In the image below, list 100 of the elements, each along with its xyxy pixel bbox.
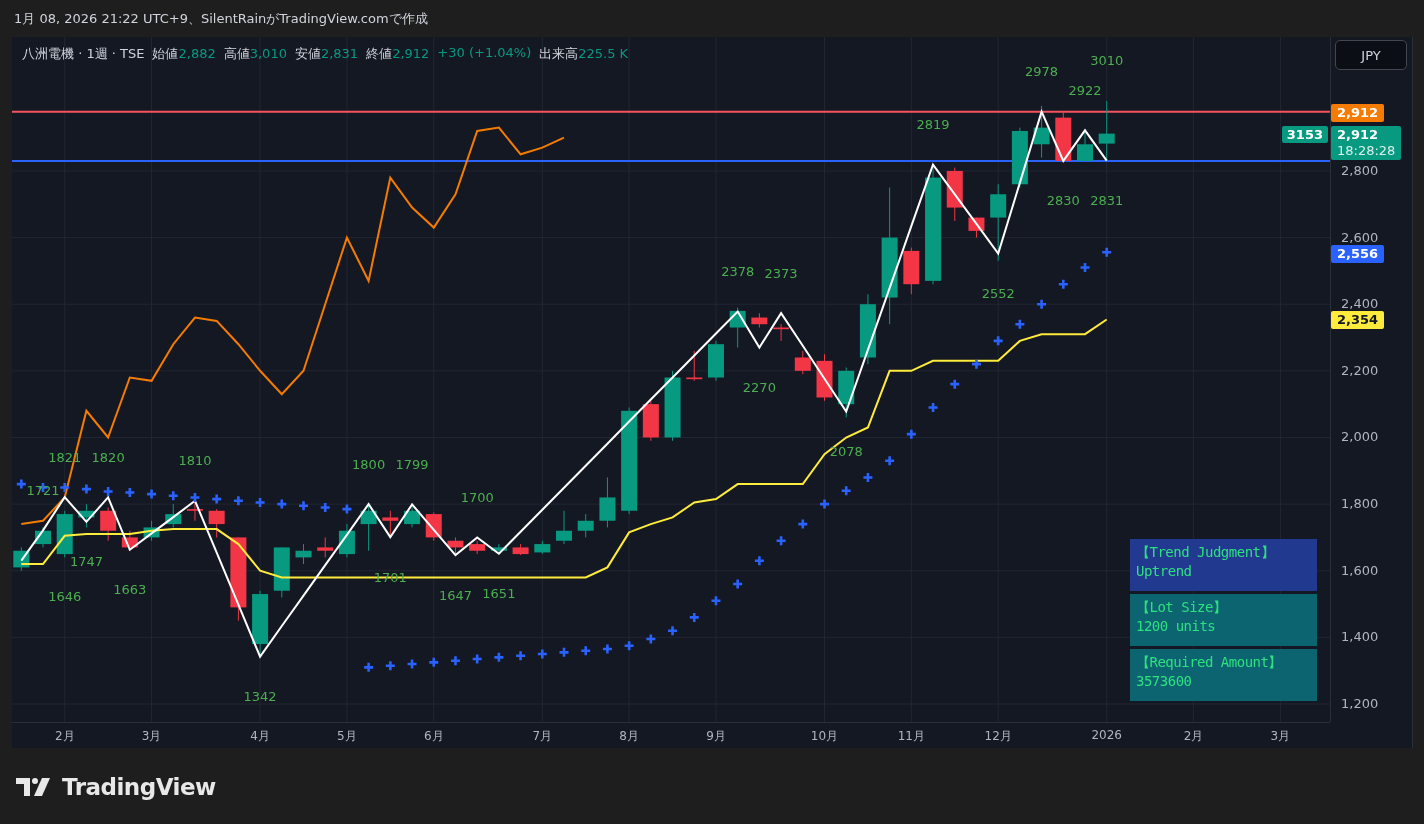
candle [1011,127,1028,189]
candle [78,503,95,528]
pivot-label: 1651 [482,586,516,602]
candle [816,353,833,402]
time-axis-label: 8月 [619,728,639,745]
time-axis-label: 6月 [423,728,444,745]
candle [534,540,551,555]
price-axis-label: 2,200 [1341,362,1379,379]
pivot-label: 2922 [1068,82,1102,98]
candle [469,540,486,555]
time-axis-label: 5月 [337,728,357,745]
legend-value: 高値3,010 [223,45,287,63]
pivot-label: 2378 [721,264,755,280]
candle [273,546,290,598]
candle [707,340,724,382]
price-axis-label: 2,000 [1341,429,1379,446]
candle [317,536,334,558]
pivot-label: 1799 [395,456,429,472]
candle [447,536,464,555]
pivot-label: 2831 [1090,193,1124,209]
panel-title: 【Required Amount】 [1136,653,1283,672]
time-axis-label: 3月 [141,728,162,745]
candle [556,510,572,545]
candle [382,510,399,538]
pivot-label: 1663 [113,582,147,598]
pivot-label: 2270 [742,380,776,395]
panel-value: Uptrend [1136,562,1193,581]
candle [295,543,312,565]
panel-title: 【Lot Size】 [1136,598,1228,617]
pivot-label: 1800 [352,456,386,472]
candle [186,500,203,522]
price-axis-label: 2,600 [1341,229,1379,246]
price-tag: 2,912 [1331,104,1385,122]
pivot-label: 1646 [48,588,82,604]
panel-value: 3573600 [1136,672,1193,691]
time-axis-label: 9月 [706,728,726,745]
price-axis-label: 2,800 [1341,162,1379,179]
time-axis-label: 2月 [54,728,75,745]
logo-icon [16,776,52,798]
candle [903,247,920,295]
candle [1098,100,1115,162]
candle [968,217,985,239]
currency-button[interactable]: JPY [1335,40,1407,70]
price-axis-label: 1,600 [1341,562,1379,579]
candle [1055,111,1072,162]
candle [338,523,355,558]
candle [35,526,51,548]
candle [773,323,790,342]
pivot-label: 2819 [916,117,950,133]
candle [360,503,377,552]
candle [143,520,160,542]
candle [100,506,117,542]
candle [404,503,421,528]
pivot-label: 1342 [243,689,277,705]
legend-value: 始値2,882 [152,45,216,63]
price-axis-label: 1,200 [1341,696,1379,712]
price-axis-label: 2,400 [1341,296,1379,313]
candle [512,543,529,556]
candle [859,293,876,365]
candle [490,543,507,555]
pivot-label: 2978 [1025,64,1059,80]
candle [56,510,73,558]
pivot-label: 2078 [829,443,863,459]
candle [13,546,30,572]
pivot-label: 2373 [764,265,798,281]
time-axis-label: 4月 [250,728,270,745]
price-badge: 3153 [1281,126,1328,143]
candle [1033,105,1050,159]
price-tag: 2,912 18:28:28 [1331,126,1402,160]
pivot-label: 1700 [460,489,494,505]
candle [642,400,659,442]
pivot-label: 1747 [69,554,103,570]
panel-value: 1200 units [1136,617,1217,636]
candle [794,350,811,375]
time-axis-label: 12月 [984,728,1012,745]
legend-value: 安値2,831 [294,45,359,63]
panel-title: 【Trend Judgment】 [1136,543,1275,562]
pivot-label: 1721 [26,482,60,498]
chart-caption: 1月 08, 2026 21:22 UTC+9、SilentRainがTradingView.comで作成 [14,9,428,28]
pivot-label: 1820 [91,449,125,465]
symbol-title: 八洲電機 · 1週 · TSE [22,45,145,63]
candle [599,476,616,528]
pivot-label: 2552 [981,286,1015,302]
legend-value: +30 (+1.04%) [437,45,532,62]
candle [946,167,963,222]
candle [686,350,703,382]
candle [165,503,182,528]
legend-value: 終値2,912 [366,45,430,63]
pivot-label: 1810 [178,453,212,469]
price-tag: 2,354 [1331,311,1385,329]
price-axis-label: 1,400 [1341,629,1379,646]
candle [208,508,225,538]
pivot-label: 2830 [1046,193,1080,209]
price-axis-label: 1,800 [1341,496,1379,513]
time-axis-label: 2026 [1091,728,1122,742]
pivot-label: 1647 [438,587,472,603]
pivot-label: 3010 [1090,53,1124,69]
time-axis-label: 11月 [897,728,925,745]
time-axis-label: 2月 [1183,728,1204,745]
legend-value: 出来高225.5 K [539,45,629,63]
